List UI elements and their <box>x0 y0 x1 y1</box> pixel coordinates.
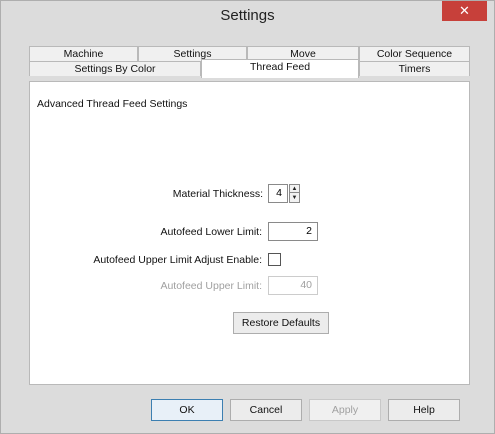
autofeed-lower-limit-label: Autofeed Lower Limit: <box>160 226 262 238</box>
autofeed-lower-limit-input[interactable]: 2 <box>268 222 318 241</box>
tab-machine[interactable]: Machine <box>29 46 138 61</box>
autofeed-upper-enable-label: Autofeed Upper Limit Adjust Enable: <box>93 254 262 266</box>
panel-heading: Advanced Thread Feed Settings <box>37 98 188 110</box>
autofeed-upper-enable-checkbox[interactable] <box>268 253 281 266</box>
window-title: Settings <box>220 7 275 24</box>
spin-down-icon[interactable]: ▼ <box>290 194 299 202</box>
close-button[interactable]: ✕ <box>442 1 487 21</box>
material-thickness-label: Material Thickness: <box>172 188 263 200</box>
autofeed-upper-limit-input[interactable]: 40 <box>268 276 318 295</box>
cancel-button[interactable]: Cancel <box>230 399 302 421</box>
tab-strip: Machine Settings Move Color Sequence Set… <box>29 42 470 86</box>
restore-defaults-button[interactable]: Restore Defaults <box>233 312 329 334</box>
spin-up-icon[interactable]: ▲ <box>290 185 299 193</box>
tab-thread-feed[interactable]: Thread Feed <box>201 59 359 78</box>
close-icon: ✕ <box>459 3 470 18</box>
autofeed-upper-limit-label: Autofeed Upper Limit: <box>160 280 262 292</box>
tab-timers[interactable]: Timers <box>359 61 470 76</box>
ok-button[interactable]: OK <box>151 399 223 421</box>
title-bar[interactable]: Settings ✕ <box>1 1 494 32</box>
apply-button[interactable]: Apply <box>309 399 381 421</box>
tab-color-sequence[interactable]: Color Sequence <box>359 46 470 61</box>
help-button[interactable]: Help <box>388 399 460 421</box>
thread-feed-panel: Advanced Thread Feed Settings Material T… <box>29 81 470 385</box>
settings-window: Settings ✕ Machine Settings Move Color S… <box>0 0 495 434</box>
tab-settings-by-color[interactable]: Settings By Color <box>29 61 201 76</box>
material-thickness-input[interactable]: 4 <box>268 184 288 203</box>
material-thickness-spinner[interactable]: ▲ ▼ <box>289 184 300 203</box>
